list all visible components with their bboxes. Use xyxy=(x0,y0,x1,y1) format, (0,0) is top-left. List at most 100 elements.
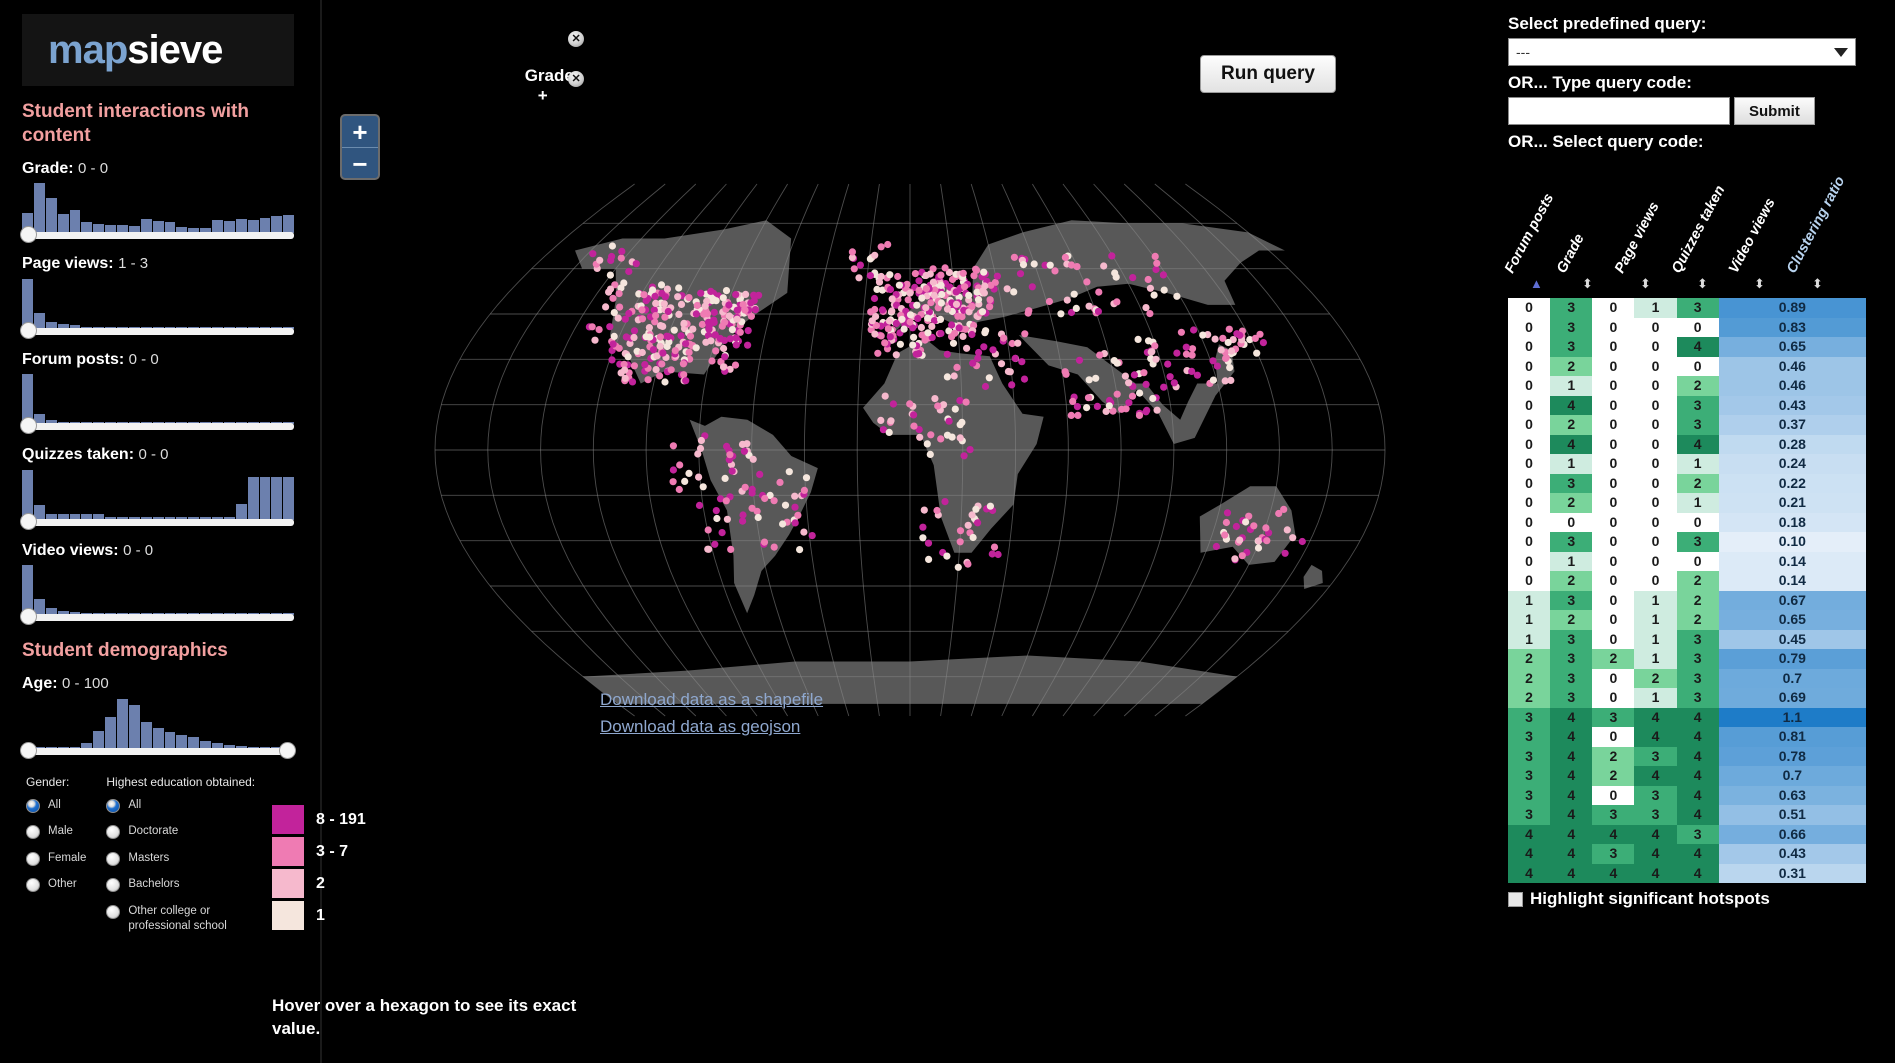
table-row[interactable]: 2 3 2 1 3 0.79 xyxy=(1508,649,1866,669)
slider-handle-min[interactable] xyxy=(20,608,37,626)
table-row[interactable]: 3 4 0 4 4 0.81 xyxy=(1508,727,1866,747)
table-row[interactable]: 2 3 0 1 3 0.69 xyxy=(1508,688,1866,708)
run-query-button[interactable]: Run query xyxy=(1200,55,1336,93)
legend-color-swatch xyxy=(272,837,304,866)
table-row[interactable]: 1 2 0 1 2 0.65 xyxy=(1508,610,1866,630)
column-header-video-views[interactable]: Video views xyxy=(1726,196,1779,276)
table-row[interactable]: 3 4 3 4 4 1.1 xyxy=(1508,707,1866,727)
slider-handle-min[interactable] xyxy=(20,512,37,530)
table-row[interactable]: 4 4 4 4 4 0.31 xyxy=(1508,863,1866,883)
radio-button-icon[interactable] xyxy=(106,904,121,919)
download-shapefile-link[interactable]: Download data as a shapefile xyxy=(600,690,823,710)
column-header-clustering-ratio[interactable]: Clustering ratio xyxy=(1784,174,1848,276)
highlight-hotspots-row[interactable]: Highlight significant hotspots xyxy=(1508,889,1895,909)
radio-button-icon[interactable] xyxy=(26,878,40,893)
table-cell: 1 xyxy=(1634,590,1677,610)
table-row[interactable]: 3 4 3 3 4 0.51 xyxy=(1508,805,1866,825)
education-option-2[interactable]: Masters xyxy=(106,851,255,867)
predefined-query-select[interactable]: --- xyxy=(1508,38,1856,66)
radio-button-icon[interactable] xyxy=(26,851,40,866)
sort-toggle-page-views[interactable]: ⬍ xyxy=(1640,276,1651,292)
table-cell: 4 xyxy=(1676,805,1719,825)
radio-button-icon[interactable] xyxy=(106,878,121,893)
table-row[interactable]: 0 3 0 0 3 0.10 xyxy=(1508,532,1866,552)
table-row[interactable]: 1 3 0 1 3 0.45 xyxy=(1508,629,1866,649)
gender-option-2[interactable]: Female xyxy=(26,851,86,867)
education-option-4[interactable]: Other college or professional school xyxy=(106,904,255,935)
table-row[interactable]: 3 4 0 3 4 0.63 xyxy=(1508,785,1866,805)
column-header-quizzes-taken[interactable]: Quizzes taken xyxy=(1669,183,1729,276)
interaction-slider-0[interactable] xyxy=(20,181,295,244)
gender-option-0[interactable]: All xyxy=(26,798,86,814)
table-row[interactable]: 0 1 0 0 1 0.24 xyxy=(1508,454,1866,474)
table-row[interactable]: 0 1 0 0 0 0.14 xyxy=(1508,551,1866,571)
query-table-sort-controls[interactable]: ▲ ⬍ ⬍ ⬍ ⬍ ⬍ xyxy=(1508,276,1878,298)
sort-toggle-forum-posts[interactable]: ▲ xyxy=(1530,276,1543,291)
column-header-grade[interactable]: Grade xyxy=(1553,231,1588,276)
table-row[interactable]: 0 2 0 0 0 0.46 xyxy=(1508,356,1866,376)
slider-track[interactable] xyxy=(22,614,294,622)
table-row[interactable]: 2 3 0 2 3 0.7 xyxy=(1508,668,1866,688)
radio-button-icon[interactable] xyxy=(106,825,121,840)
sort-toggle-grade[interactable]: ⬍ xyxy=(1582,276,1593,292)
education-option-1[interactable]: Doctorate xyxy=(106,824,255,840)
age-slider-0[interactable] xyxy=(20,697,296,759)
table-row[interactable]: 4 4 3 4 4 0.43 xyxy=(1508,844,1866,864)
slider-handle-min[interactable] xyxy=(20,417,37,435)
query-code-table[interactable]: 0 3 0 1 3 0.89 0 3 0 0 0 0.83 0 3 0 0 4 0.65 0 2 0 0 0 0.46 0 1 0 0… xyxy=(1508,298,1866,883)
table-row[interactable]: 0 3 0 0 4 0.65 xyxy=(1508,337,1866,357)
interaction-slider-3[interactable] xyxy=(20,468,295,530)
download-geojson-link[interactable]: Download data as geojson xyxy=(600,717,823,737)
table-row[interactable]: 0 4 0 0 4 0.28 xyxy=(1508,434,1866,454)
query-code-input[interactable] xyxy=(1508,97,1730,125)
radio-button-icon[interactable] xyxy=(106,851,121,866)
table-row[interactable]: 1 3 0 1 2 0.67 xyxy=(1508,590,1866,610)
table-row[interactable]: 0 3 0 0 2 0.22 xyxy=(1508,473,1866,493)
slider-handle-min[interactable] xyxy=(20,226,37,244)
slider-track[interactable] xyxy=(22,232,294,240)
sort-toggle-clustering-ratio[interactable]: ⬍ xyxy=(1812,276,1823,292)
sort-toggle-video-views[interactable]: ⬍ xyxy=(1754,276,1765,292)
slider-track[interactable] xyxy=(22,518,294,526)
gender-option-3[interactable]: Other xyxy=(26,877,86,893)
world-map[interactable]: + − xyxy=(330,100,1490,800)
education-option-3[interactable]: Bachelors xyxy=(106,877,255,893)
table-row[interactable]: 3 4 2 4 4 0.7 xyxy=(1508,766,1866,786)
table-row[interactable]: 0 0 0 0 0 0.18 xyxy=(1508,512,1866,532)
submit-button[interactable]: Submit xyxy=(1734,97,1815,125)
table-cell: 3 xyxy=(1550,317,1593,337)
slider-handle-min[interactable] xyxy=(20,321,37,339)
table-row[interactable]: 4 4 4 4 3 0.66 xyxy=(1508,824,1866,844)
radio-button-icon[interactable] xyxy=(106,798,121,813)
table-row[interactable]: 0 1 0 0 2 0.46 xyxy=(1508,376,1866,396)
slider-track[interactable] xyxy=(22,423,294,431)
sort-toggle-quizzes-taken[interactable]: ⬍ xyxy=(1697,276,1708,292)
table-row[interactable]: 0 3 0 1 3 0.89 xyxy=(1508,298,1866,318)
zoom-out-button[interactable]: − xyxy=(342,148,378,180)
remove-parameter-icon[interactable]: ✕ xyxy=(568,31,585,47)
zoom-in-button[interactable]: + xyxy=(342,116,378,148)
radio-button-icon[interactable] xyxy=(26,798,40,813)
table-row[interactable]: 0 4 0 0 3 0.43 xyxy=(1508,395,1866,415)
highlight-hotspots-checkbox[interactable] xyxy=(1508,891,1523,907)
table-row[interactable]: 0 2 0 0 1 0.21 xyxy=(1508,493,1866,513)
interaction-slider-4[interactable] xyxy=(20,563,295,626)
slider-track[interactable] xyxy=(22,327,294,335)
slider-handle-max[interactable] xyxy=(279,741,296,759)
column-header-forum-posts[interactable]: Forum posts xyxy=(1502,191,1557,276)
education-option-0[interactable]: All xyxy=(106,798,255,814)
radio-button-icon[interactable] xyxy=(26,825,40,840)
table-row[interactable]: 0 2 0 0 3 0.37 xyxy=(1508,415,1866,435)
map-zoom-controls[interactable]: + − xyxy=(340,114,380,180)
column-header-page-views[interactable]: Page views xyxy=(1612,199,1663,276)
gender-option-1[interactable]: Male xyxy=(26,824,86,840)
slider-track[interactable] xyxy=(22,747,294,755)
table-row[interactable]: 0 2 0 0 2 0.14 xyxy=(1508,571,1866,591)
histogram-bar xyxy=(93,730,105,749)
slider-handle-min[interactable] xyxy=(20,741,37,759)
interaction-slider-1[interactable] xyxy=(20,277,295,339)
interaction-slider-2[interactable] xyxy=(20,372,295,435)
table-row[interactable]: 3 4 2 3 4 0.78 xyxy=(1508,746,1866,766)
table-row[interactable]: 0 3 0 0 0 0.83 xyxy=(1508,317,1866,337)
remove-parameter-icon[interactable]: ✕ xyxy=(568,71,585,87)
